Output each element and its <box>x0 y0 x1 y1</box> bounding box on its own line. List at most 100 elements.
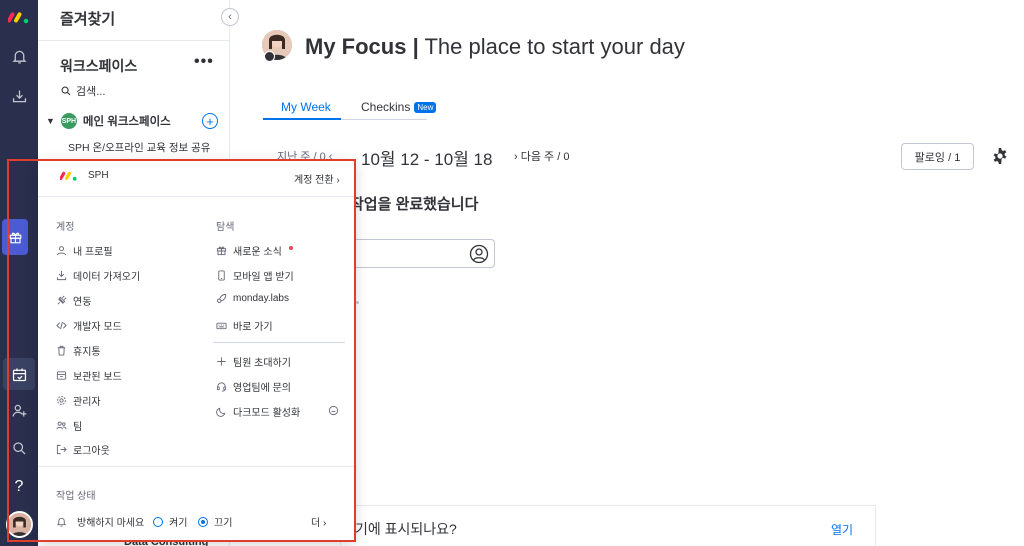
next-week-link[interactable]: › 다음 주 / 0 <box>514 148 569 164</box>
popup-divider <box>38 196 355 197</box>
headset-icon <box>216 382 227 392</box>
info-card-question: 기에 표시되나요? <box>355 521 457 537</box>
search-icon[interactable] <box>0 432 38 464</box>
home-badge-icon <box>264 51 275 62</box>
user-avatar[interactable] <box>6 511 33 538</box>
dnd-on-radio[interactable]: 켜기 <box>153 514 187 529</box>
trash-icon <box>57 345 66 356</box>
popup-divider <box>38 466 355 467</box>
help-question-icon[interactable]: ? <box>0 471 38 503</box>
tab-checkins[interactable]: Checkins New <box>361 100 437 114</box>
collapse-sidebar-chevron-left-icon[interactable]: ‹ <box>221 8 239 26</box>
monday-logo-icon[interactable] <box>8 9 30 25</box>
dnd-off-label: 끄기 <box>214 518 233 529</box>
following-button[interactable]: 팔로잉 / 1 <box>901 143 974 170</box>
week-range: 10월 12 - 10월 18 <box>361 150 493 169</box>
menu-item-integrations[interactable]: 연동 <box>56 293 91 308</box>
search-placeholder: 검색... <box>76 86 106 98</box>
account-brand: SPH <box>60 169 109 182</box>
menu-item-trash[interactable]: 휴지통 <box>56 343 101 358</box>
moon-icon <box>216 407 226 417</box>
menu-item-label: 개발자 모드 <box>73 322 122 333</box>
menu-item-label: monday.labs <box>233 293 289 304</box>
completed-tasks-heading: 작업을 완료했습니다 <box>350 196 479 213</box>
menu-item-label: 관리자 <box>73 397 101 408</box>
main-workspace-label: 메인 워크스페이스 <box>82 116 171 128</box>
menu-item-whats-new[interactable]: 새로운 소식 <box>216 243 293 258</box>
menu-item-label: 팀 <box>73 422 83 433</box>
search-icon <box>61 86 71 96</box>
person-icon <box>469 244 489 264</box>
rocket-icon <box>216 293 227 304</box>
open-link[interactable]: 열기 <box>831 521 853 538</box>
sidebar-search[interactable]: 검색... <box>60 83 105 99</box>
menu-item-label: 영업팀에 문의 <box>233 383 291 394</box>
more-options-link[interactable]: 더 › <box>311 514 326 529</box>
caret-down-icon: ▼ <box>46 116 55 126</box>
menu-item-label: 보관된 보드 <box>73 372 122 383</box>
menu-item-import-data[interactable]: 데이터 가져오기 <box>56 268 140 283</box>
account-name: SPH <box>88 170 109 181</box>
add-workspace-item-plus-icon[interactable]: + <box>202 113 218 129</box>
do-not-disturb-label: 방해하지 마세요 <box>77 518 145 529</box>
notifications-bell-icon[interactable] <box>0 40 38 72</box>
menu-item-monday-labs[interactable]: monday.labs <box>216 293 289 304</box>
work-status-header: 작업 상태 <box>56 491 96 502</box>
plug-icon <box>57 295 67 305</box>
gear-icon <box>57 396 66 405</box>
dnd-off-radio[interactable]: 끄기 <box>198 514 232 529</box>
assignee-input[interactable] <box>340 239 495 268</box>
gift-icon <box>216 246 227 256</box>
menu-item-contact-sales[interactable]: 영업팀에 문의 <box>216 379 291 394</box>
menu-item-my-profile[interactable]: 내 프로필 <box>56 243 113 258</box>
menu-item-developer-mode[interactable]: 개발자 모드 <box>56 318 122 333</box>
chevron-right-icon: › <box>336 175 340 186</box>
menu-item-logout[interactable]: 로그아웃 <box>56 442 110 457</box>
menu-item-label: 내 프로필 <box>73 247 113 258</box>
radio-on-icon <box>198 516 208 527</box>
menu-item-invite-members[interactable]: 팀원 초대하기 <box>216 354 291 369</box>
inbox-download-icon[interactable] <box>0 80 38 112</box>
settings-gear-icon[interactable] <box>990 146 1010 166</box>
menu-item-get-mobile-app[interactable]: 모바일 앱 받기 <box>216 268 294 283</box>
decorative-dot <box>356 301 359 304</box>
mobile-phone-icon <box>218 270 225 281</box>
board-item[interactable]: SPH 온/오프라인 교육 정보 공유 <box>68 140 210 155</box>
menu-item-teams[interactable]: 팀 <box>56 418 82 433</box>
main-workspace-selector[interactable]: ▼ SPH 메인 워크스페이스 <box>46 113 171 129</box>
code-icon <box>56 321 67 330</box>
menu-item-label: 팀원 초대하기 <box>233 358 291 369</box>
unread-dot <box>288 245 293 250</box>
plus-icon <box>217 357 226 366</box>
dnd-on-label: 켜기 <box>169 518 188 529</box>
sidebar-divider <box>38 40 230 41</box>
workspace-badge: SPH <box>60 113 77 129</box>
menu-item-label: 로그아웃 <box>73 446 110 457</box>
workspace-more-options-icon[interactable]: ••• <box>194 53 214 71</box>
person-icon <box>56 246 67 256</box>
import-icon <box>56 270 67 281</box>
menu-item-label: 다크모드 활성화 <box>233 408 301 419</box>
chat-bubble-icon[interactable] <box>328 405 339 416</box>
switch-account-label: 계정 전환 <box>294 175 334 186</box>
keyboard-icon <box>216 322 227 330</box>
menu-item-label: 바로 가기 <box>233 322 273 333</box>
menu-item-dark-mode[interactable]: 다크모드 활성화 <box>216 404 300 419</box>
left-rail: ? <box>0 0 38 546</box>
switch-account-button[interactable]: 계정 전환 › <box>294 171 340 186</box>
account-menu-popup: SPH 계정 전환 › 계정 탐색 내 프로필 데이터 가져오기 연동 개발자 … <box>38 160 355 540</box>
gift-icon[interactable] <box>2 219 28 255</box>
page-title: My Focus | The place to start your day <box>305 34 685 60</box>
do-not-disturb-row: 방해하지 마세요 <box>56 514 144 529</box>
menu-item-shortcuts[interactable]: 바로 가기 <box>216 318 273 333</box>
favorites-title: 즐겨찾기 <box>60 11 116 28</box>
menu-item-label: 모바일 앱 받기 <box>233 272 294 283</box>
menu-item-archived-boards[interactable]: 보관된 보드 <box>56 368 122 383</box>
explore-divider <box>213 342 345 343</box>
tab-my-week[interactable]: My Week <box>281 100 331 114</box>
chevron-right-icon: › <box>322 518 327 529</box>
tab-checkins-label: Checkins <box>361 100 411 114</box>
my-work-calendar-icon[interactable] <box>3 358 35 390</box>
invite-members-icon[interactable] <box>0 394 38 426</box>
menu-item-admin[interactable]: 관리자 <box>56 393 101 408</box>
